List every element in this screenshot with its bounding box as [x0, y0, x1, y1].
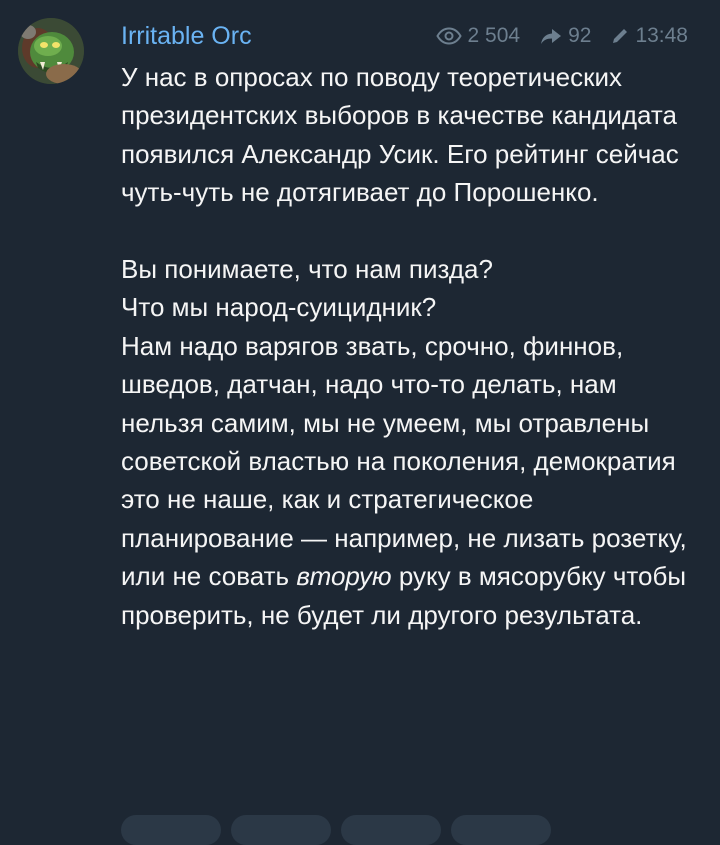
reaction-button[interactable] [451, 815, 551, 845]
eye-icon [435, 27, 462, 45]
post-time: 13:48 [635, 24, 688, 47]
post-paragraph: У нас в опросах по поводу теоретических … [121, 62, 679, 208]
post-line: Что мы народ-суицидник? [121, 292, 437, 323]
italic-emphasis: вторую [296, 561, 392, 592]
shares-count: 92 [568, 24, 592, 47]
views-count: 2 504 [467, 24, 521, 47]
pencil-edited-icon [611, 27, 629, 45]
reaction-button[interactable] [231, 815, 331, 845]
channel-avatar[interactable] [18, 18, 84, 84]
post-meta: 2 504 92 13:48 [435, 20, 688, 52]
post-paragraph: Нам надо варягов звать, срочно, финнов, … [121, 327, 701, 634]
post-text-segment: Нам надо варягов звать, срочно, финнов, … [121, 330, 687, 592]
channel-name[interactable]: Irritable Orc [121, 18, 252, 54]
reaction-button[interactable] [341, 815, 441, 845]
share-arrow-icon [540, 27, 562, 45]
post-text: У нас в опросах по поводу теоретических … [121, 58, 701, 634]
orc-avatar-image [18, 18, 84, 84]
reactions-bar [121, 815, 551, 845]
channel-post: Irritable Orc 2 504 92 13:48 У нас в опр… [0, 0, 720, 845]
post-line: Вы понимаете, что нам пизда? [121, 254, 493, 285]
reaction-button[interactable] [121, 815, 221, 845]
